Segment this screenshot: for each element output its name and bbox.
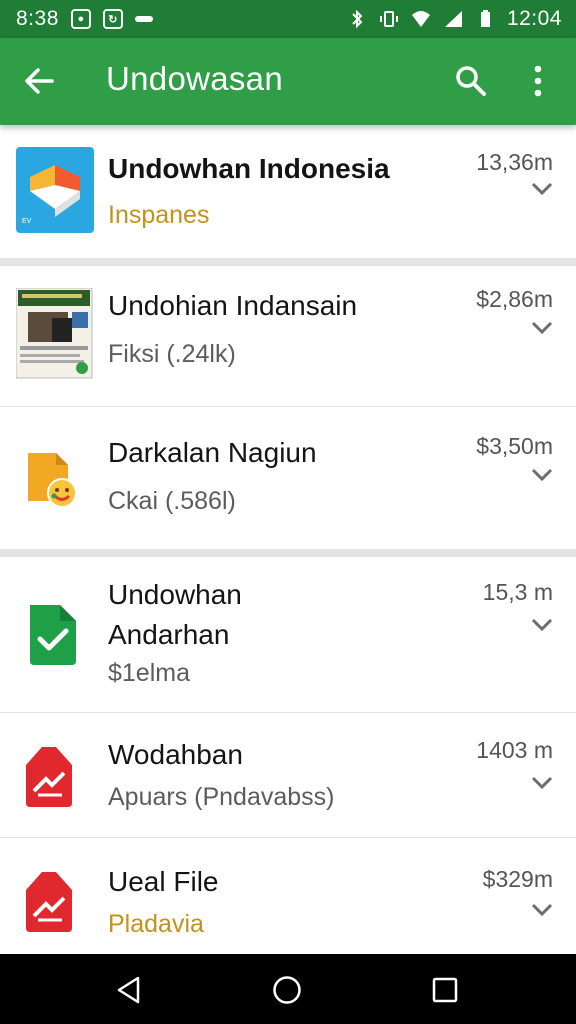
section-divider: [0, 549, 576, 557]
item-title: Wodahban: [108, 739, 243, 770]
chevron-down-icon[interactable]: [530, 320, 554, 336]
item-title-line1: Undowhan: [108, 579, 242, 610]
blue-cube-app-icon: EV: [16, 147, 96, 233]
svg-text:EV: EV: [22, 218, 32, 225]
red-pdf-file-icon: [16, 743, 96, 829]
app-bar: Undowasan: [0, 38, 576, 125]
list-item[interactable]: Darkalan Nagiun Ckai (.586l) $3,50m: [0, 407, 576, 549]
more-notifications-icon: [134, 16, 153, 22]
section-divider: [0, 258, 576, 266]
item-meta: $2,86m: [476, 286, 553, 312]
vibrate-icon: [379, 11, 398, 27]
item-title-line2: Andarhan: [108, 619, 230, 650]
chevron-down-icon[interactable]: [530, 775, 554, 791]
list-item[interactable]: Undowhan Andarhan $1elma 15,3 m: [0, 557, 576, 713]
item-title: Undowhan Indonesia: [108, 153, 390, 184]
item-subtitle: Apuars (Pndavabss): [108, 783, 335, 811]
system-nav-bar: [0, 954, 576, 1024]
chevron-down-icon[interactable]: [530, 617, 554, 633]
list-item[interactable]: Undohian Indansain Fiksi (.24lk) $2,86m: [0, 266, 576, 407]
item-subtitle: Fiksi (.24lk): [108, 340, 236, 368]
orange-file-emoji-icon: [16, 445, 96, 531]
app-notification-icon: ↻: [102, 9, 123, 29]
page-title: Undowasan: [106, 60, 283, 97]
wifi-icon: [411, 11, 430, 27]
item-meta: $329m: [482, 866, 553, 892]
item-subtitle: $1elma: [108, 659, 190, 687]
book-cover-thumbnail: [15, 287, 96, 379]
status-clock: 12:04: [506, 7, 562, 30]
item-meta: 1403 m: [476, 737, 553, 763]
back-arrow-icon[interactable]: [22, 64, 56, 98]
more-options-icon[interactable]: [526, 62, 550, 100]
chevron-down-icon[interactable]: [530, 181, 554, 197]
red-pdf-file-icon: [16, 868, 96, 954]
list-item[interactable]: EV Undowhan Indonesia Inspanes 13,36m: [0, 125, 576, 258]
signal-icon: [444, 11, 462, 27]
item-subtitle: Ckai (.586l): [108, 487, 236, 515]
recents-nav-icon[interactable]: [431, 976, 459, 1004]
camera-notification-icon: ●: [70, 9, 91, 29]
chevron-down-icon[interactable]: [530, 467, 554, 483]
item-title: Ueal File: [108, 866, 219, 897]
list-item[interactable]: Ueal File Pladavia $329m: [0, 838, 576, 954]
item-title: Darkalan Nagiun: [108, 437, 317, 468]
item-title: Undohian Indansain: [108, 290, 358, 321]
battery-icon: [480, 10, 490, 27]
item-subtitle: Inspanes: [108, 201, 210, 229]
status-bar: 8:38 ● ↻ 12:04: [0, 0, 576, 38]
item-meta: 13,36m: [476, 149, 553, 175]
status-time: 8:38: [16, 7, 59, 30]
back-nav-icon[interactable]: [114, 975, 144, 1005]
item-meta: 15,3 m: [482, 579, 553, 605]
search-icon[interactable]: [454, 64, 488, 98]
file-list: EV Undowhan Indonesia Inspanes 13,36m Un: [0, 125, 576, 954]
chevron-down-icon[interactable]: [530, 902, 554, 918]
list-item[interactable]: Wodahban Apuars (Pndavabss) 1403 m: [0, 713, 576, 838]
green-file-check-icon: [16, 601, 96, 687]
item-subtitle: Pladavia: [108, 910, 204, 938]
bluetooth-icon: [352, 9, 363, 29]
home-nav-icon[interactable]: [271, 974, 303, 1006]
item-meta: $3,50m: [476, 433, 553, 459]
